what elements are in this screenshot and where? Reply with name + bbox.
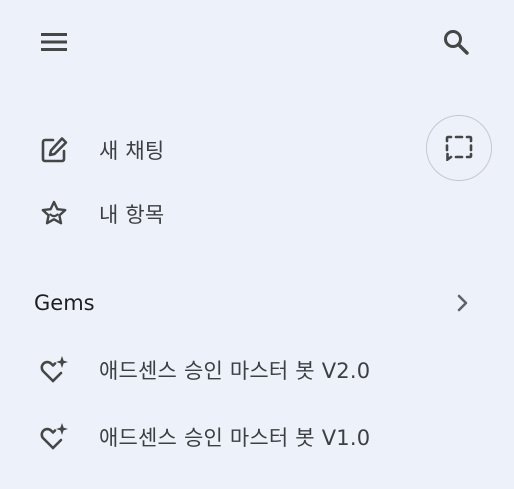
- gem-item-v2[interactable]: 애드센스 승인 마스터 봇 V2.0: [24, 346, 484, 394]
- dashed-chat-bubble-icon: [445, 135, 473, 161]
- gems-title: Gems: [34, 291, 95, 315]
- gem-item-label: 애드센스 승인 마스터 봇 V2.0: [99, 359, 371, 383]
- chevron-right-icon: [446, 287, 478, 319]
- gem-heart-sparkle-icon: [24, 422, 84, 452]
- gem-item-v1[interactable]: 애드센스 승인 마스터 봇 V1.0: [24, 413, 484, 461]
- new-chat-item[interactable]: 새 채팅: [24, 126, 414, 174]
- temporary-chat-button[interactable]: [426, 115, 492, 181]
- menu-button[interactable]: [30, 22, 78, 62]
- search-icon: [444, 30, 469, 55]
- gem-heart-sparkle-icon: [24, 355, 84, 385]
- search-button[interactable]: [432, 22, 480, 62]
- my-items-label: 내 항목: [99, 203, 165, 227]
- star-icon: [24, 199, 84, 229]
- new-chat-label: 새 채팅: [99, 139, 165, 163]
- my-items-item[interactable]: 내 항목: [24, 190, 414, 238]
- edit-pencil-icon: [24, 135, 84, 165]
- gems-section-header[interactable]: Gems: [24, 280, 484, 326]
- hamburger-menu-icon: [41, 33, 67, 51]
- gem-item-label: 애드센스 승인 마스터 봇 V1.0: [99, 426, 371, 450]
